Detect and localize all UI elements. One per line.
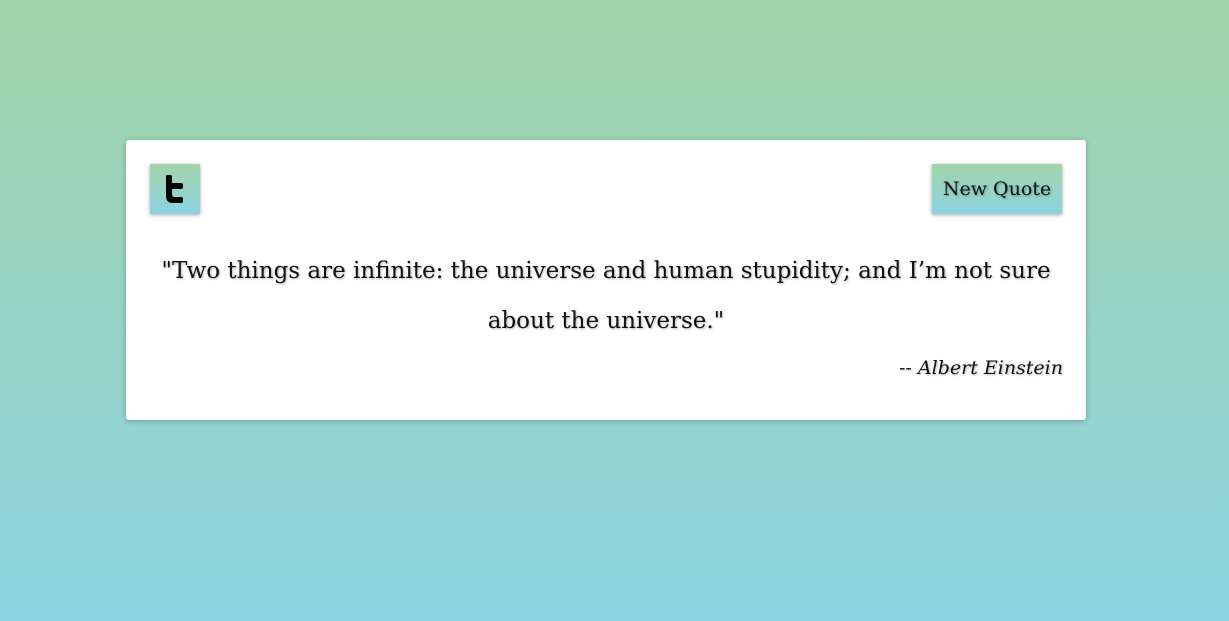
new-quote-button[interactable]: New Quote — [932, 164, 1062, 214]
quote-text: "Two things are infinite: the universe a… — [161, 258, 1051, 334]
quote-card: New Quote "Two things are infinite: the … — [126, 140, 1086, 420]
tweet-button[interactable] — [150, 164, 200, 214]
author-name: Albert Einstein — [917, 357, 1063, 379]
quote-author: -- Albert Einstein — [899, 357, 1063, 379]
author-prefix: -- — [899, 357, 918, 379]
twitter-icon — [166, 175, 183, 203]
